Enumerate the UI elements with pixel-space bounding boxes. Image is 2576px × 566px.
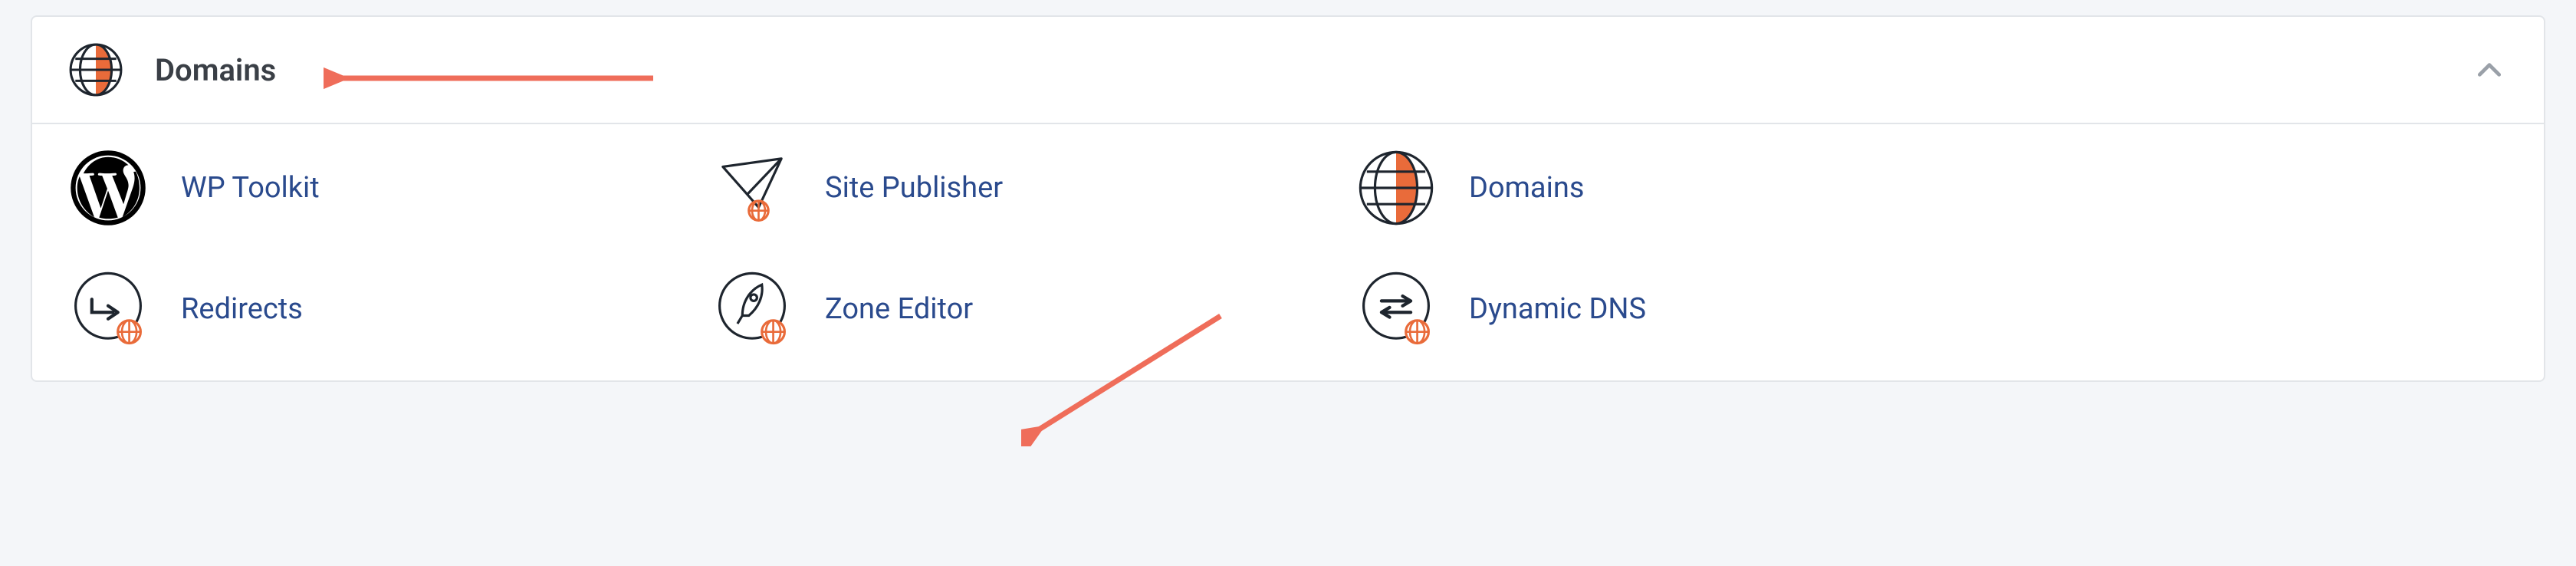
wp-toolkit-link[interactable]: WP Toolkit — [67, 147, 711, 229]
tool-label: Site Publisher — [825, 171, 1003, 205]
rocket-icon — [711, 268, 793, 350]
dynamic-dns-link[interactable]: Dynamic DNS — [1355, 268, 1999, 350]
sync-icon — [1355, 268, 1437, 350]
domains-link[interactable]: Domains — [1355, 147, 1999, 229]
paper-plane-icon — [711, 147, 793, 229]
zone-editor-link[interactable]: Zone Editor — [711, 268, 1355, 350]
globe-icon — [1355, 147, 1437, 229]
tool-label: Redirects — [181, 292, 303, 326]
panel-title-wrap: Domains — [67, 41, 276, 98]
globe-icon — [67, 41, 124, 98]
tool-label: Zone Editor — [825, 292, 973, 326]
domains-panel-header[interactable]: Domains — [32, 17, 2544, 124]
panel-title: Domains — [155, 52, 276, 88]
tool-row: WP Toolkit Site Publisher — [67, 147, 2509, 229]
tool-label: Dynamic DNS — [1469, 292, 1646, 326]
wordpress-icon — [67, 147, 149, 229]
chevron-up-icon[interactable] — [2475, 55, 2504, 84]
site-publisher-link[interactable]: Site Publisher — [711, 147, 1355, 229]
redirect-icon — [67, 268, 149, 350]
domains-panel-body: WP Toolkit Site Publisher — [32, 124, 2544, 380]
redirects-link[interactable]: Redirects — [67, 268, 711, 350]
tool-label: Domains — [1469, 171, 1584, 205]
tool-label: WP Toolkit — [181, 171, 320, 205]
tool-row: Redirects Zone Editor — [67, 268, 2509, 350]
domains-panel: Domains WP Toolkit — [31, 15, 2545, 382]
